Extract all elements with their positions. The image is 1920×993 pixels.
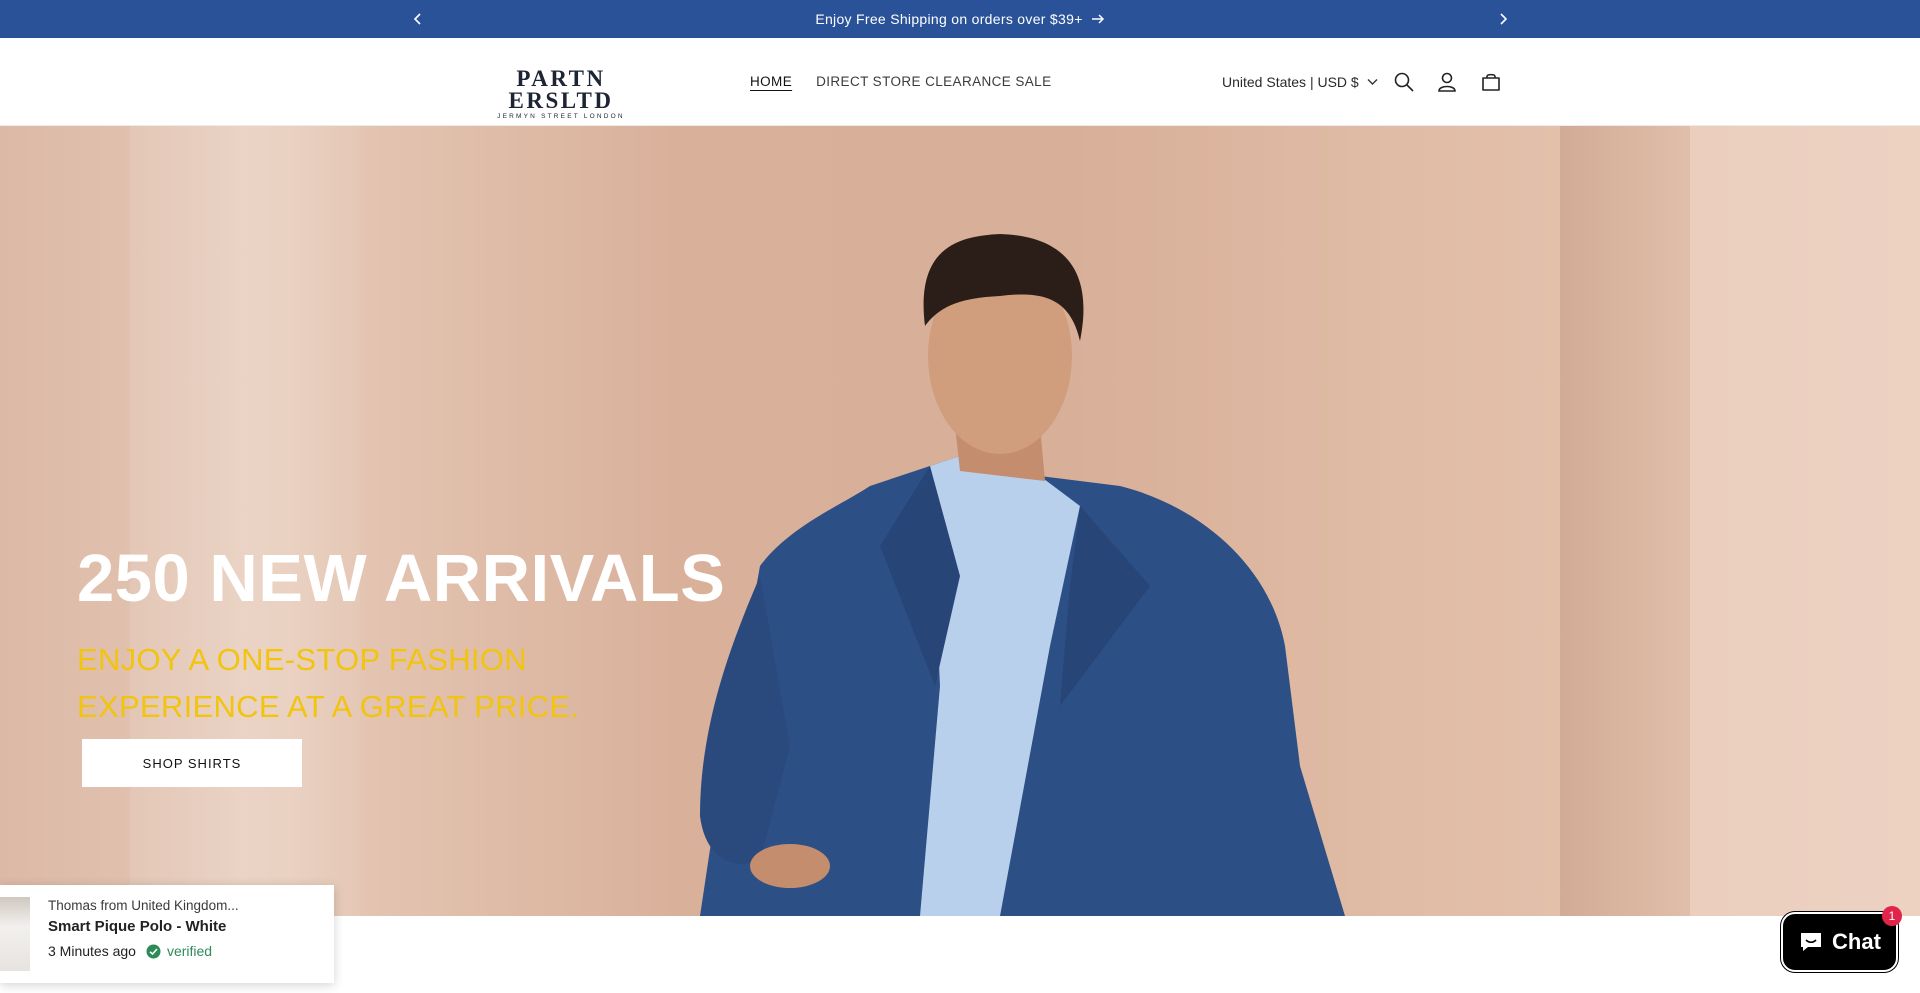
purchase-time: 3 Minutes ago xyxy=(48,943,136,959)
locale-selector[interactable]: United States | USD $ xyxy=(1222,74,1378,90)
locale-label: United States | USD $ xyxy=(1222,74,1359,90)
chat-label: Chat xyxy=(1832,929,1881,954)
verified-badge: verified xyxy=(146,943,212,959)
verified-label: verified xyxy=(166,943,213,959)
arrow-right-icon xyxy=(1091,14,1104,24)
hero-model-image xyxy=(700,234,1345,916)
purchase-product: Smart Pique Polo - White xyxy=(48,918,227,935)
chevron-down-icon xyxy=(1367,79,1378,85)
site-header: PARTN ERSLTD JERMYN STREET LONDON HOME D… xyxy=(0,38,1920,126)
nav-item-clearance-sale[interactable]: DIRECT STORE CLEARANCE SALE xyxy=(816,74,1051,89)
site-logo[interactable]: PARTN ERSLTD JERMYN STREET LONDON xyxy=(469,66,653,120)
chat-bubble-icon xyxy=(1801,933,1822,951)
logo-main: PARTN ERSLTD xyxy=(508,66,614,113)
check-circle-icon xyxy=(146,944,161,958)
announcement-bar: Enjoy Free Shipping on orders over $39+ xyxy=(0,0,1920,38)
announcement-text: Enjoy Free Shipping on orders over $39+ xyxy=(815,11,1083,27)
search-button[interactable] xyxy=(1390,68,1418,96)
chat-unread-badge: 1 xyxy=(1882,906,1902,926)
nav-item-home[interactable]: HOME xyxy=(750,74,792,89)
purchase-customer: Thomas from United Kingdom... xyxy=(48,898,239,913)
hero-title: 250 NEW ARRIVALS xyxy=(77,541,726,616)
chevron-left-icon xyxy=(413,13,421,25)
shop-shirts-button[interactable]: SHOP SHIRTS xyxy=(82,739,302,787)
hero-banner: 250 NEW ARRIVALS ENJOY A ONE-STOP FASHIO… xyxy=(0,126,1920,916)
logo-sub: JERMYN STREET LONDON xyxy=(497,113,625,120)
account-button[interactable] xyxy=(1433,68,1461,96)
chevron-right-icon xyxy=(1500,13,1508,25)
product-thumbnail xyxy=(0,897,30,971)
recent-purchase-popup[interactable]: Thomas from United Kingdom... Smart Piqu… xyxy=(0,885,334,983)
main-nav: HOME DIRECT STORE CLEARANCE SALE xyxy=(750,74,1051,89)
chat-button[interactable]: Chat xyxy=(1781,912,1898,972)
account-icon xyxy=(1438,72,1456,92)
announcement-next-button[interactable] xyxy=(1488,0,1518,38)
search-icon xyxy=(1394,72,1414,92)
cart-icon xyxy=(1482,73,1500,91)
announcement-prev-button[interactable] xyxy=(403,0,433,38)
announcement-link[interactable]: Enjoy Free Shipping on orders over $39+ xyxy=(815,11,1104,27)
purchase-meta: 3 Minutes ago verified xyxy=(48,943,212,959)
hero-subtitle: ENJOY A ONE-STOP FASHION EXPERIENCE AT A… xyxy=(77,642,580,724)
cart-button[interactable] xyxy=(1477,68,1505,96)
